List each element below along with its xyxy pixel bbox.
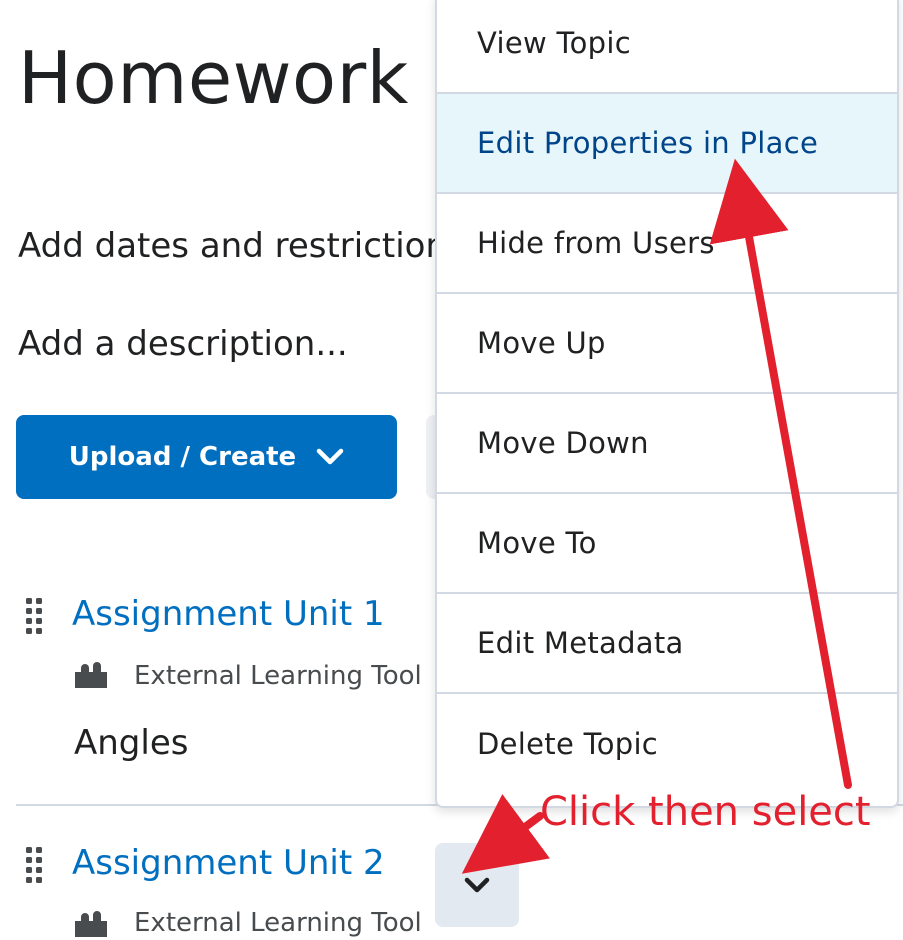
item-description: Angles xyxy=(74,723,189,763)
page-title: Homework xyxy=(18,36,409,120)
chevron-down-icon xyxy=(316,448,344,465)
tool-type-label: External Learning Tool xyxy=(134,661,422,691)
upload-create-button[interactable]: Upload / Create xyxy=(16,415,397,499)
puzzle-icon xyxy=(75,662,107,688)
chevron-down-icon xyxy=(464,877,490,893)
context-menu: View Topic Edit Properties in Place Hide… xyxy=(435,0,899,808)
tool-type-label: External Learning Tool xyxy=(134,908,422,938)
menu-item-edit-properties-in-place[interactable]: Edit Properties in Place xyxy=(437,94,897,194)
drag-handle-icon[interactable] xyxy=(24,845,44,883)
menu-item-delete-topic[interactable]: Delete Topic xyxy=(437,694,897,794)
puzzle-icon xyxy=(75,911,107,937)
menu-item-edit-metadata[interactable]: Edit Metadata xyxy=(437,594,897,694)
add-description-link[interactable]: Add a description... xyxy=(18,322,348,366)
menu-item-hide-from-users[interactable]: Hide from Users xyxy=(437,194,897,294)
menu-item-move-down[interactable]: Move Down xyxy=(437,394,897,494)
upload-create-label: Upload / Create xyxy=(68,442,297,472)
topic-link[interactable]: Assignment Unit 2 xyxy=(72,841,385,885)
annotation-text: Click then select xyxy=(540,789,871,835)
drag-handle-icon[interactable] xyxy=(24,596,44,634)
item-actions-button[interactable] xyxy=(435,843,519,927)
add-dates-restrictions-link[interactable]: Add dates and restrictions... xyxy=(18,224,497,268)
topic-link[interactable]: Assignment Unit 1 xyxy=(72,592,385,636)
menu-item-move-up[interactable]: Move Up xyxy=(437,294,897,394)
menu-item-move-to[interactable]: Move To xyxy=(437,494,897,594)
menu-item-view-topic[interactable]: View Topic xyxy=(437,0,897,94)
